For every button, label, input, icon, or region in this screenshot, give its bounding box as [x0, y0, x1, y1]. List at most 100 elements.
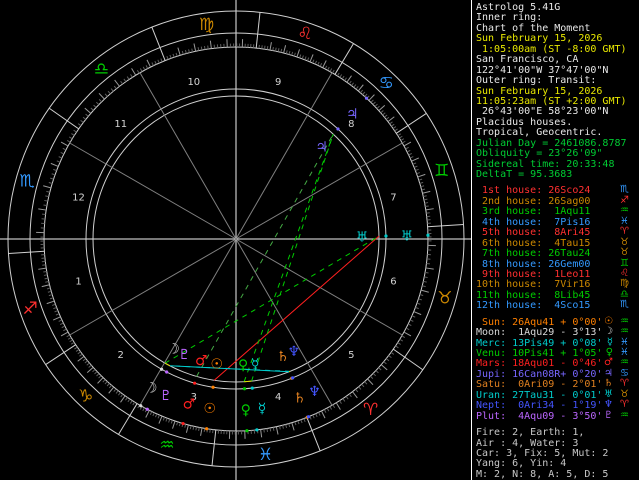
planet-degree-dot [242, 387, 247, 391]
degree-tick [207, 45, 209, 50]
transit-planet-jupiter-icon: ♃ [346, 106, 359, 122]
sign-sco-icon: ♏ [620, 184, 629, 196]
sign-aqu-icon: ♒ [620, 205, 629, 217]
house-number-2: 2 [118, 350, 124, 361]
degree-tick [264, 45, 266, 50]
sign-vir-icon: ♍ [199, 15, 214, 35]
degree-tick [416, 172, 421, 175]
degree-tick [152, 412, 155, 417]
transit-degree-dot [181, 421, 185, 426]
degree-tick [169, 54, 172, 59]
sign-gem-icon: ♊ [620, 257, 629, 269]
sign-boundary-line [306, 417, 321, 452]
degree-tick [98, 98, 102, 103]
degree-tick [380, 110, 384, 114]
degree-tick [419, 293, 424, 296]
planet-pluto-icon: ♇ [604, 409, 613, 421]
sign-leo-icon: ♌ [297, 24, 312, 44]
degree-tick [388, 355, 392, 359]
degree-tick [424, 276, 428, 279]
degree-tick [376, 105, 380, 109]
degree-tick [323, 409, 327, 413]
degree-tick [362, 91, 366, 95]
degree-tick [322, 60, 327, 68]
degree-tick [142, 407, 145, 412]
degree-tick [380, 364, 388, 371]
degree-tick [203, 45, 206, 50]
sign-sco-icon: ♏ [620, 299, 629, 311]
sign-pis-icon: ♓ [258, 445, 273, 465]
degree-tick [294, 421, 297, 426]
degree-tick [172, 53, 175, 58]
degree-tick [132, 401, 136, 406]
degree-tick [172, 420, 176, 429]
degree-tick [157, 59, 160, 64]
degree-tick [314, 60, 318, 65]
transit-planet-sun-icon: ☉ [204, 401, 217, 417]
house-cusp-text: 5th house: 8Ari45 [476, 227, 591, 239]
house-cusp-text: 3rd house: 1Aqu11 [476, 206, 591, 218]
degree-tick [406, 149, 411, 153]
house-cusp-text: 6th house: 4Tau15 [476, 237, 591, 249]
sign-aqu-icon: ♒ [620, 357, 629, 369]
house-number-12: 12 [72, 192, 85, 203]
degree-tick [43, 185, 52, 189]
degree-tick [66, 334, 70, 338]
planet-degree-dot [384, 234, 388, 238]
degree-tick [285, 50, 288, 54]
sidebar-header-line: Obliquity = 23°26'09" [476, 148, 603, 160]
sign-lib-icon: ♎ [94, 60, 109, 80]
degree-tick [106, 383, 110, 387]
degree-tick [269, 42, 272, 51]
degree-tick [38, 208, 47, 211]
transit-degree-dot [205, 427, 209, 431]
degree-tick [151, 62, 154, 66]
degree-tick [326, 407, 330, 412]
transit-degree-dot [364, 96, 369, 100]
planet-position-text: Sun: 26Aqu41 + 0°00' [476, 316, 603, 328]
degree-tick [277, 48, 280, 52]
transit-degree-dot [245, 429, 249, 433]
degree-tick [374, 103, 378, 107]
degree-tick [54, 310, 59, 313]
degree-tick [389, 121, 393, 125]
degree-tick [318, 412, 321, 416]
degree-tick [399, 135, 403, 139]
degree-tick [90, 107, 94, 111]
degree-tick [142, 66, 146, 71]
degree-tick [74, 346, 78, 350]
degree-tick [412, 162, 417, 165]
degree-tick [63, 328, 67, 332]
degree-tick [405, 146, 409, 150]
degree-tick [401, 335, 406, 339]
degree-tick [367, 378, 374, 386]
transit-degree-dot [426, 233, 430, 237]
degree-tick [422, 190, 431, 194]
degree-tick [278, 425, 281, 430]
degree-tick [275, 426, 279, 435]
degree-tick [118, 392, 121, 396]
house-number-5: 5 [348, 350, 354, 361]
degree-tick [413, 311, 422, 316]
degree-tick [299, 54, 302, 59]
degree-tick [403, 331, 412, 337]
degree-tick [68, 136, 73, 140]
degree-tick [125, 397, 128, 401]
house-cusp-text: 2nd house: 26Sag00 [476, 195, 591, 207]
degree-tick [200, 46, 203, 51]
degree-tick [348, 393, 352, 398]
planet-position-text: Plut: 4Aqu09 - 3°50' [476, 410, 603, 422]
degree-tick [107, 90, 111, 95]
planet-uranus-icon: ♅ [356, 229, 369, 245]
sign-sag-icon: ♐ [23, 299, 38, 319]
house-number-9: 9 [275, 77, 281, 88]
degree-tick [400, 138, 405, 141]
planet-position-text: Nept: 0Ari34 - 1°19' [476, 400, 603, 412]
degree-tick [420, 289, 429, 293]
degree-tick [104, 93, 108, 97]
degree-tick [136, 69, 140, 74]
degree-tick [69, 339, 73, 343]
planet-pluto-icon: ♇ [178, 347, 191, 363]
degree-tick [420, 185, 425, 188]
planet-position-text: Mars: 18Aqu01 - 0°46' [476, 358, 603, 370]
